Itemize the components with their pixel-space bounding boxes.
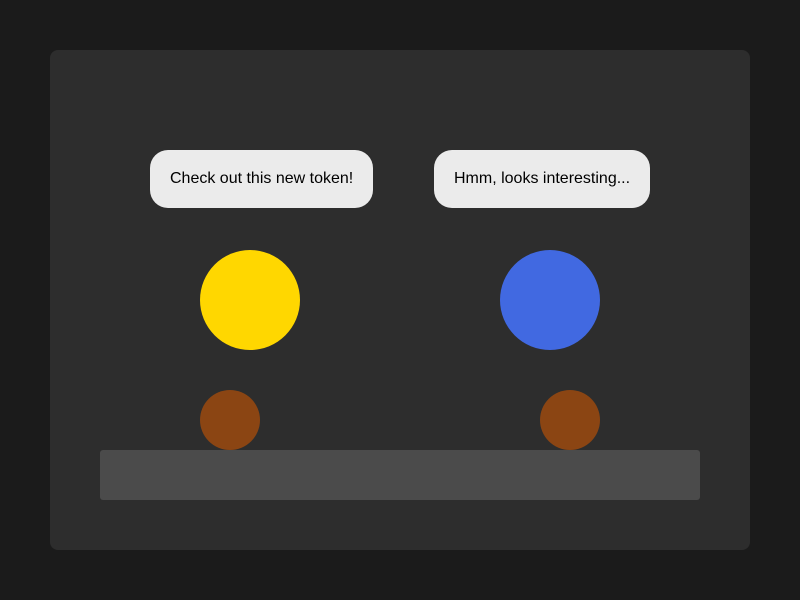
right-character-head xyxy=(540,390,600,450)
speech-bubble-left-text: Check out this new token! xyxy=(170,170,354,187)
left-character-head xyxy=(200,390,260,450)
blue-token-circle xyxy=(500,250,600,350)
speech-bubble-left: Check out this new token! xyxy=(150,150,374,208)
table-surface xyxy=(100,450,700,500)
yellow-token-circle xyxy=(200,250,300,350)
speech-bubble-right-text: Hmm, looks interesting... xyxy=(454,170,631,187)
speech-bubble-right: Hmm, looks interesting... xyxy=(434,150,651,208)
